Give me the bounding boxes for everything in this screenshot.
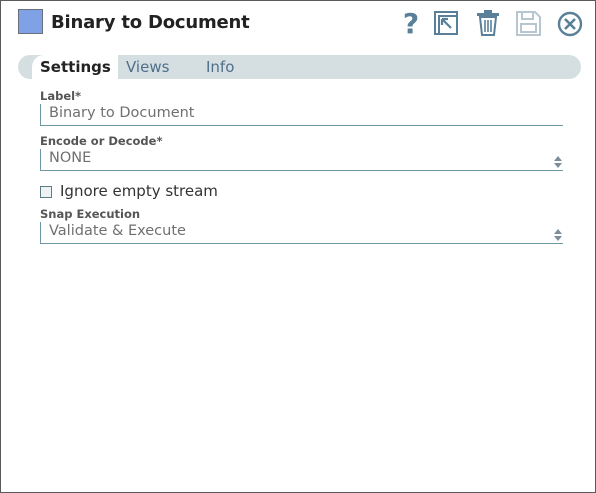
snap-execution-select[interactable]: Validate & Execute [40,222,563,244]
label-input[interactable]: Binary to Document [40,104,563,126]
tab-settings[interactable]: Settings [32,55,118,79]
encode-decode-value: NONE [49,150,92,166]
tab-bar: Settings Views Info [18,55,581,79]
help-icon[interactable]: ? [396,7,426,40]
close-icon[interactable] [555,7,585,39]
snap-execution-value: Validate & Execute [49,223,186,239]
label-input-value: Binary to Document [49,105,195,121]
select-arrows-icon [553,227,563,241]
dialog-title: Binary to Document [51,12,250,33]
ignore-empty-stream-label: Ignore empty stream [60,182,218,200]
encode-decode-select[interactable]: NONE [40,149,563,171]
dialog-header: Binary to Document ? [1,1,595,47]
trash-icon[interactable] [473,7,503,39]
snap-execution-field-label: Snap Execution [40,207,141,221]
label-field-label: Label* [40,89,82,103]
tab-views[interactable]: Views [126,55,169,79]
tab-info[interactable]: Info [206,55,234,79]
svg-text:?: ? [403,7,419,39]
encode-decode-field-label: Encode or Decode* [40,134,163,148]
snap-color-swatch [18,9,43,34]
ignore-empty-stream-checkbox[interactable] [40,186,52,198]
save-icon[interactable] [513,7,543,39]
snap-settings-dialog: Binary to Document ? Settings Views Info… [0,0,596,493]
open-in-window-icon[interactable] [431,7,461,39]
select-arrows-icon [553,154,563,168]
